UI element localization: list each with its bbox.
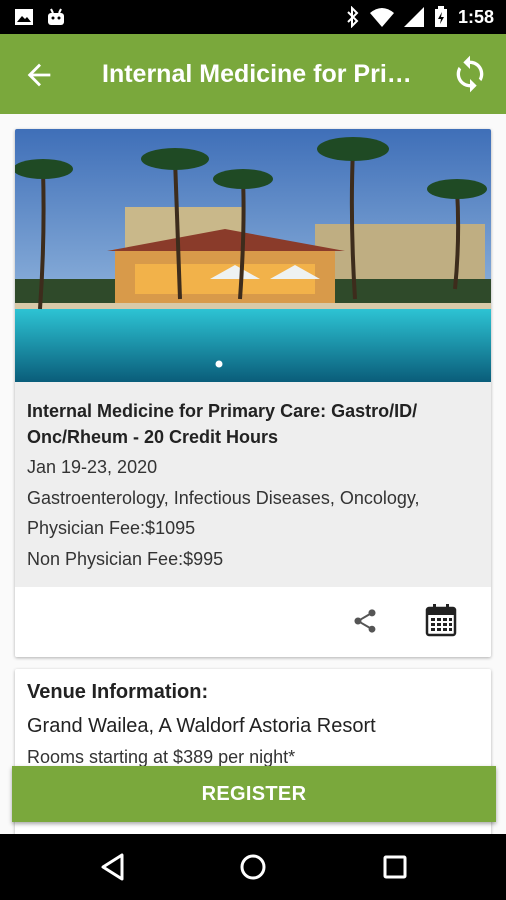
card-actions bbox=[15, 587, 491, 657]
system-nav-bar bbox=[0, 834, 506, 900]
refresh-icon[interactable] bbox=[450, 54, 490, 94]
carousel-dot bbox=[215, 360, 223, 368]
wifi-icon bbox=[369, 8, 394, 27]
bluetooth-icon bbox=[347, 6, 359, 28]
signal-icon bbox=[403, 7, 424, 27]
nav-recents-icon[interactable] bbox=[380, 852, 410, 882]
arrow-back-icon[interactable] bbox=[22, 58, 56, 92]
event-title: Internal Medicine for Primary Care: Gast… bbox=[27, 401, 418, 447]
share-icon[interactable] bbox=[351, 607, 379, 635]
image-icon bbox=[15, 9, 33, 25]
event-dates: Jan 19-23, 2020 bbox=[27, 457, 158, 477]
venue-name: Grand Wailea, A Waldorf Astoria Resort bbox=[27, 715, 376, 737]
physician-fee: Physician Fee:$1095 bbox=[27, 518, 196, 538]
nav-back-icon[interactable] bbox=[98, 852, 128, 882]
register-button[interactable]: REGISTER bbox=[12, 766, 496, 822]
nav-home-icon[interactable] bbox=[238, 852, 268, 882]
event-details[interactable]: Internal Medicine for Primary Care: Gast… bbox=[15, 382, 491, 587]
event-image-carousel[interactable] bbox=[15, 129, 491, 382]
calendar-icon[interactable] bbox=[425, 603, 457, 637]
battery-icon bbox=[434, 6, 447, 27]
page-title: Internal Medicine for Primary Care: Gast… bbox=[102, 60, 432, 88]
venue-heading: Venue Information: bbox=[27, 681, 209, 703]
android-icon bbox=[48, 8, 64, 25]
event-topics: Gastroenterology, Infectious Diseases, O… bbox=[27, 488, 420, 508]
status-bar: 1:58 bbox=[0, 0, 506, 34]
status-time: 1:58 bbox=[457, 6, 494, 27]
content-area[interactable]: Internal Medicine for Primary Care: Gast… bbox=[0, 114, 506, 834]
app-bar: Internal Medicine for Primary Care: Gast… bbox=[0, 34, 506, 114]
event-card: Internal Medicine for Primary Care: Gast… bbox=[15, 129, 491, 657]
venue-rooms: Rooms starting at $389 per night* bbox=[27, 747, 296, 767]
non-physician-fee: Non Physician Fee:$995 bbox=[27, 549, 224, 569]
